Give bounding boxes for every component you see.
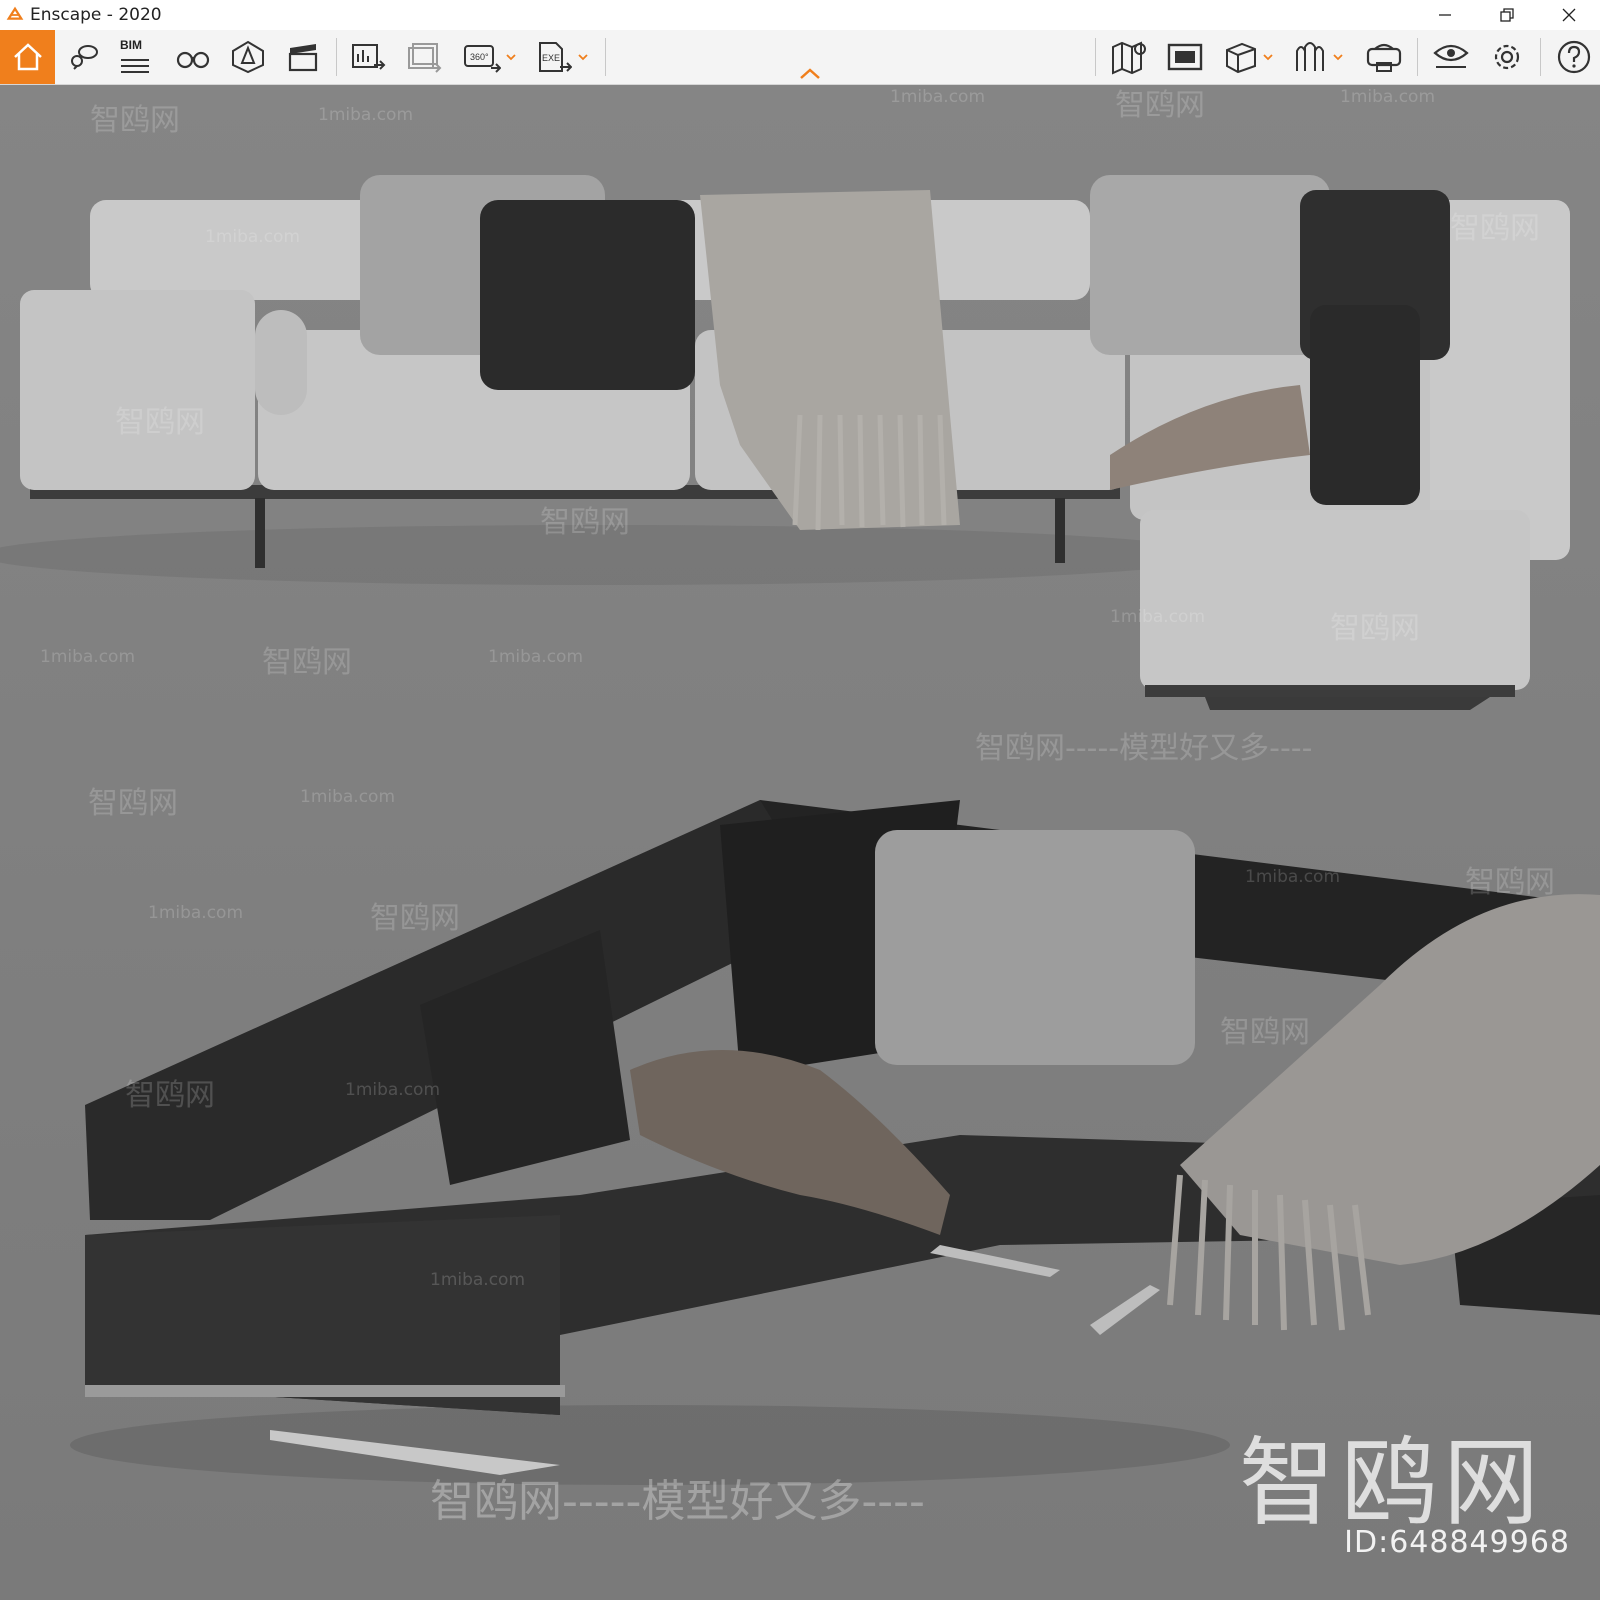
minimize-icon [1439,14,1451,16]
svg-text:360°: 360° [470,52,489,62]
video-editor-button[interactable] [282,30,324,84]
toolbar-separator [1095,38,1096,76]
watermark-site-url: 1miba.com [318,105,414,125]
visual-settings-button[interactable] [1429,30,1473,84]
enscape-logo-icon [6,6,24,20]
watermark-site-url: 1miba.com [1340,87,1436,107]
watermark-site-name: 智鸥网 [1330,611,1420,646]
enscape-toolbar: BIM 360° EXE [0,30,1600,85]
window-title: Enscape - 2020 [30,5,162,25]
watermark-site-name: 智鸥网 [1220,1015,1310,1050]
model-view-button[interactable] [1219,30,1261,84]
watermark-site-name: 智鸥网 [1450,211,1540,246]
collapse-toolbar-button[interactable] [795,60,825,88]
watermark-site-url: 1miba.com [890,87,986,107]
watermark-site-name: 智鸥网 [540,505,630,540]
bim-list-icon [121,59,149,73]
light-view-icon [232,40,264,74]
help-button[interactable] [1552,30,1596,84]
watermark-site-url: 1miba.com [40,647,136,667]
help-icon [1557,40,1591,74]
toolbar-separator [1417,38,1418,76]
watermark-site-url: 1miba.com [148,903,244,923]
settings-button[interactable] [1485,30,1529,84]
watermark-site-url: 1miba.com [1245,867,1341,887]
bim-button[interactable] [115,30,155,84]
vr-headset-icon [1366,43,1402,72]
exe-export-icon: EXE [539,42,572,72]
render-export-icon [352,44,386,70]
watermark-site-name: 智鸥网 [90,103,180,138]
watermark-site-name: 智鸥网 [262,645,352,680]
toolbar-separator [605,38,606,76]
watermark-brand: 智鸥网 [1239,1427,1545,1539]
watermark-site-url: 1miba.com [1110,607,1206,627]
chevron-down-icon [1333,54,1343,61]
chevron-down-icon [1263,54,1273,61]
chevron-down-icon [578,54,588,61]
light-view-button[interactable] [227,30,269,84]
toolbar-separator [1540,38,1541,76]
watermark-id: ID:648849968 [1344,1525,1570,1560]
close-icon [1562,8,1576,22]
close-button[interactable] [1538,0,1600,30]
panorama-dropdown[interactable] [504,30,518,84]
watermark-tagline: 智鸥网-----模型好又多---- [430,1476,925,1527]
exe-export-button[interactable]: EXE [532,30,576,84]
watermark-site-name: 智鸥网 [370,901,460,936]
binoculars-button[interactable] [172,30,214,84]
binoculars-icon [176,51,210,69]
panorama-360-icon: 360° [464,45,501,73]
minimize-button[interactable] [1414,0,1476,30]
clapperboard-icon [288,44,318,72]
watermark-site-name: 智鸥网 [125,1078,215,1113]
watermark-site-name: 智鸥网 [1115,88,1205,123]
asset-library-icon [1296,42,1324,71]
model-view-dropdown[interactable] [1261,30,1275,84]
watermark-site-name: 智鸥网 [88,786,178,821]
watermark-tagline: 智鸥网-----模型好又多---- [975,731,1313,766]
watermark-site-url: 1miba.com [205,227,301,247]
gear-icon [1494,44,1520,70]
map-button[interactable] [1107,30,1151,84]
cube-icon [1226,42,1256,74]
svg-text:EXE: EXE [542,53,560,63]
restore-button[interactable] [1476,0,1538,30]
exe-dropdown[interactable] [576,30,590,84]
chevron-up-icon [800,68,820,79]
screenshot-button[interactable] [1163,30,1207,84]
watermark-site-url: 1miba.com [345,1080,441,1100]
watermark-site-url: 1miba.com [430,1270,526,1290]
toolbar-separator [336,38,337,76]
panorama-button[interactable]: 360° [460,30,504,84]
asset-library-dropdown[interactable] [1331,30,1345,84]
chevron-down-icon [506,54,516,61]
screenshot-icon [1167,43,1203,71]
title-bar: Enscape - 2020 [0,0,1600,30]
sofa-scene-image [0,85,1600,1600]
batch-render-icon [408,43,442,73]
home-button[interactable] [0,30,55,84]
restore-icon [1500,8,1514,22]
asset-library-button[interactable] [1289,30,1331,84]
pin-speech-button[interactable] [63,30,103,84]
home-icon [13,43,42,71]
watermark-site-url: 1miba.com [300,787,396,807]
watermark-site-name: 智鸥网 [1465,865,1555,900]
batch-render-button[interactable] [402,30,446,84]
watermark-site-name: 智鸥网 [115,405,205,440]
vr-headset-button[interactable] [1361,30,1407,84]
watermark-site-url: 1miba.com [488,647,584,667]
pin-speech-icon [71,45,98,70]
render-export-button[interactable] [346,30,390,84]
visual-settings-icon [1433,44,1469,68]
render-viewport[interactable]: 智鸥网 1miba.com 1miba.com 智鸥网 1miba.com 1m… [0,85,1600,1600]
map-icon [1112,41,1146,75]
